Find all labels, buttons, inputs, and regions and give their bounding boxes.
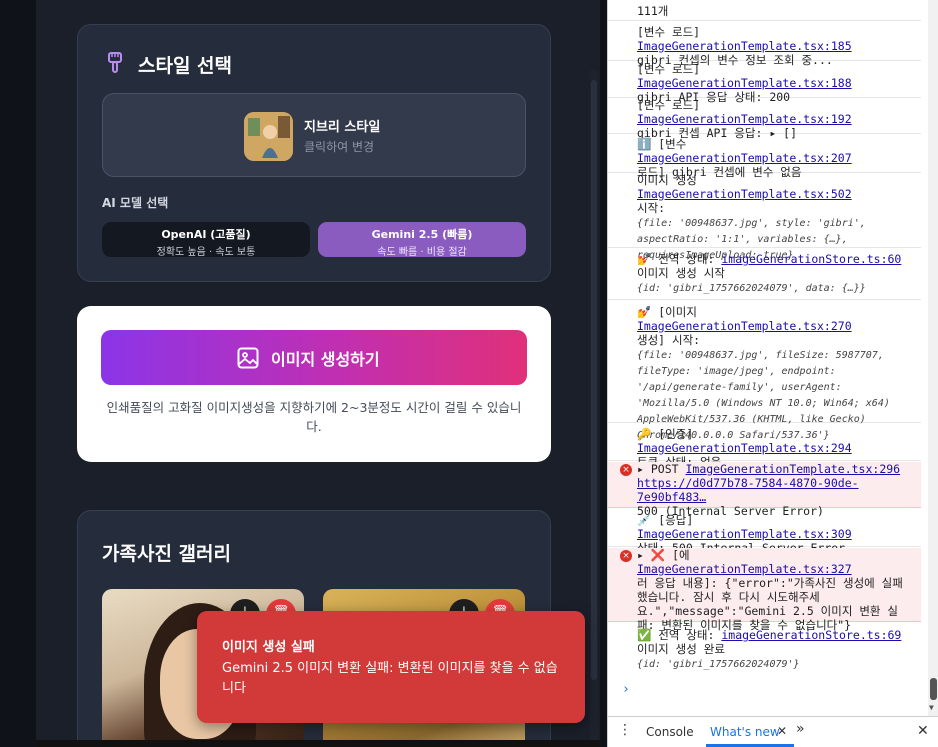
log-source-link[interactable]: ImageGenerationTemplate.tsx:207: [637, 151, 852, 165]
console-log-entry: 111개: [608, 4, 921, 21]
close-drawer-icon[interactable]: ✕: [917, 723, 929, 739]
tab-console[interactable]: Console: [646, 725, 694, 739]
model-option-gemini[interactable]: Gemini 2.5 (빠름) 속도 빠름 · 비용 절감: [318, 222, 526, 258]
devtools-panel: 111개 [변수 로드] ImageGenerationTemplate.tsx…: [607, 0, 938, 747]
model-option-desc: 속도 빠름 · 비용 절감: [377, 247, 467, 258]
log-source-link[interactable]: ImageGenerationTemplate.tsx:327: [637, 562, 852, 576]
error-icon: ×: [620, 550, 632, 562]
log-text: 111개: [637, 4, 669, 18]
console-error-entry: × ▸ POST ImageGenerationTemplate.tsx:296…: [608, 462, 921, 518]
log-text-2: 생성] 시작:: [637, 333, 701, 347]
gallery-title: 가족사진 갤러리: [102, 543, 231, 565]
log-source-link[interactable]: ImageGenerationTemplate.tsx:294: [637, 441, 852, 455]
model-option-name: Gemini 2.5 (빠름): [371, 228, 473, 241]
log-source-link[interactable]: ImageGenerationTemplate.tsx:309: [637, 527, 852, 541]
app-scrollbar[interactable]: [590, 70, 598, 747]
app-scrollbar-thumb[interactable]: [591, 80, 597, 680]
log-text: 🔑 [인증]: [637, 427, 694, 441]
log-text-2: 러 응답 내용]: {"error":"가족사진 생성에 실패했습니다. 잠시 …: [637, 576, 903, 632]
console-error-entry: × ▸ ❌ [에 ImageGenerationTemplate.tsx:327…: [608, 548, 921, 632]
console-scrollbar[interactable]: ▼: [928, 0, 938, 716]
log-text: [변수 로드]: [637, 98, 701, 112]
image-icon: [237, 347, 259, 369]
toast-title: 이미지 생성 실패: [222, 640, 315, 655]
console-log-entry: [변수 로드] ImageGenerationTemplate.tsx:188 …: [608, 62, 921, 104]
app-bottom-edge: [36, 740, 600, 747]
console-log-entry: 💅 [이미지 ImageGenerationTemplate.tsx:270 생…: [608, 305, 921, 441]
log-source-link[interactable]: ImageGenerationTemplate.tsx:185: [637, 39, 852, 53]
model-select-label: AI 모델 선택: [102, 196, 169, 210]
generate-time-note: 인쇄품질의 고화질 이미지생성을 지향하기에 2~3분정도 시간이 걸릴 수 있…: [106, 400, 522, 434]
generate-card: 이미지 생성하기 인쇄품질의 고화질 이미지생성을 지향하기에 2~3분정도 시…: [77, 306, 551, 462]
scroll-down-arrow-icon[interactable]: ▼: [929, 703, 934, 712]
selected-style-button[interactable]: 지브리 스타일 클릭하여 변경: [102, 93, 526, 177]
selected-style-name: 지브리 스타일: [304, 120, 381, 135]
log-source-link[interactable]: imageGenerationStore.ts:69: [721, 628, 901, 642]
console-log-entry: 이미지 생성 ImageGenerationTemplate.tsx:502 시…: [608, 173, 921, 261]
app-viewport: 스타일 선택 지브리 스타일 클릭하여 변경 AI 모델 선택 OpenAI (…: [0, 0, 607, 747]
selected-style-hint: 클릭하여 변경: [304, 140, 375, 154]
tab-whats-new[interactable]: What's new: [710, 725, 780, 739]
more-options-icon[interactable]: ⋮: [618, 722, 632, 738]
console-log-entry: 💅 전역 상태: imageGenerationStore.ts:60 이미지 …: [608, 252, 921, 300]
app-right-gutter: [600, 0, 607, 747]
model-option-name: OpenAI (고품질): [161, 228, 251, 241]
style-select-card: 스타일 선택 지브리 스타일 클릭하여 변경 AI 모델 선택 OpenAI (…: [77, 24, 551, 282]
model-option-desc: 정확도 높음 · 속도 보통: [156, 247, 256, 258]
console-log-entry: ℹ️ [변수 ImageGenerationTemplate.tsx:207 로…: [608, 137, 921, 179]
log-object-preview[interactable]: {id: 'gibri_1757662024079'}: [637, 659, 800, 670]
log-text[interactable]: ▸ ❌ [에: [637, 548, 690, 562]
console-log-area: 111개 [변수 로드] ImageGenerationTemplate.tsx…: [608, 0, 927, 716]
more-tabs-icon[interactable]: »: [796, 721, 805, 737]
style-thumbnail: [244, 112, 293, 161]
log-text: 💉 [응답]: [637, 513, 694, 527]
request-url-link[interactable]: https://d0d77b78-7584-4870-90de-7e90bf48…: [637, 476, 859, 504]
generate-button-label: 이미지 생성하기: [271, 350, 380, 369]
model-option-openai[interactable]: OpenAI (고품질) 정확도 높음 · 속도 보통: [102, 222, 310, 258]
log-source-link[interactable]: ImageGenerationTemplate.tsx:502: [637, 187, 852, 201]
console-log-entry: ✅ 전역 상태: imageGenerationStore.ts:69 이미지 …: [608, 628, 921, 676]
log-text-2: 시작:: [637, 201, 666, 215]
log-text-2: 이미지 생성 완료: [637, 642, 725, 656]
style-card-title: 스타일 선택: [138, 55, 233, 77]
log-text: ✅ 전역 상태:: [637, 628, 722, 642]
log-source-link[interactable]: ImageGenerationTemplate.tsx:270: [637, 319, 852, 333]
console-log-entry: 💉 [응답] ImageGenerationTemplate.tsx:309 상…: [608, 513, 921, 555]
log-text: 💅 전역 상태:: [637, 252, 722, 266]
paintbrush-icon: [108, 52, 122, 73]
generate-image-button[interactable]: 이미지 생성하기: [101, 330, 527, 385]
log-source-link[interactable]: ImageGenerationTemplate.tsx:188: [637, 76, 852, 90]
log-source-link[interactable]: ImageGenerationTemplate.tsx:296: [685, 462, 900, 476]
log-text[interactable]: ▸ POST: [637, 462, 685, 476]
log-text: [변수 로드]: [637, 62, 701, 76]
console-log-entry: [변수 로드] ImageGenerationTemplate.tsx:185 …: [608, 25, 921, 67]
log-text: 💅 [이미지: [637, 305, 697, 319]
log-text: ℹ️ [변수: [637, 137, 687, 151]
close-tab-icon[interactable]: ✕: [777, 724, 787, 738]
console-prompt-icon[interactable]: ›: [622, 682, 630, 697]
log-text-2: 이미지 생성 시작: [637, 266, 725, 280]
error-icon: ×: [620, 464, 632, 476]
log-source-link[interactable]: imageGenerationStore.ts:60: [721, 252, 901, 266]
console-log-entry: [변수 로드] ImageGenerationTemplate.tsx:192 …: [608, 98, 921, 140]
log-object-preview[interactable]: {id: 'gibri_1757662024079', data: {…}}: [637, 283, 866, 294]
log-text: [변수 로드]: [637, 25, 701, 39]
log-source-link[interactable]: ImageGenerationTemplate.tsx:192: [637, 112, 852, 126]
error-toast[interactable]: 이미지 생성 실패 Gemini 2.5 이미지 변환 실패: 변환된 이미지를…: [197, 611, 585, 723]
console-scrollbar-thumb[interactable]: [930, 678, 937, 700]
log-text: 이미지 생성: [637, 173, 697, 187]
console-log-entry: 🔑 [인증] ImageGenerationTemplate.tsx:294 토…: [608, 427, 921, 469]
toast-message: Gemini 2.5 이미지 변환 실패: 변환된 이미지를 찾을 수 없습니다: [222, 661, 558, 696]
app-left-gutter: [0, 0, 36, 747]
devtools-drawer-tabs: ⋮ Console What's new ✕ » ✕: [608, 716, 938, 747]
